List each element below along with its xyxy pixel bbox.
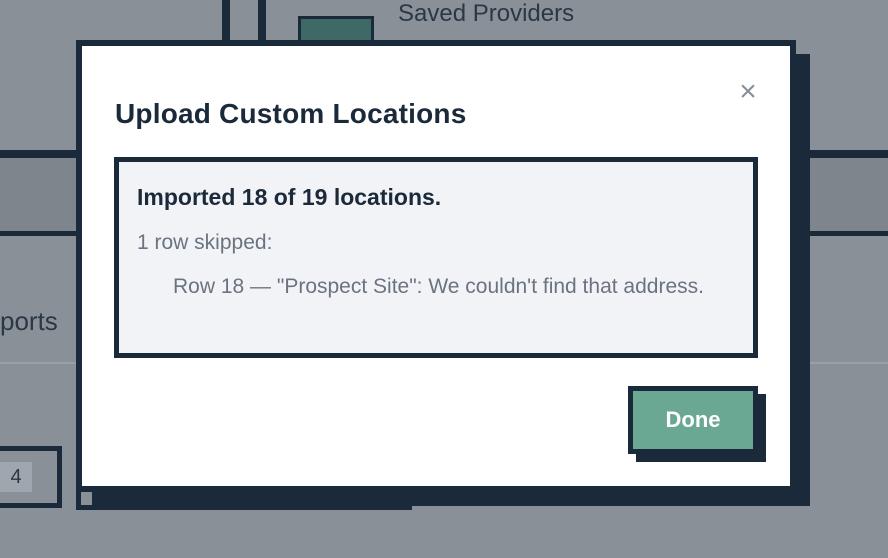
close-icon[interactable]: ×	[730, 74, 766, 110]
background-page-number: 4	[0, 462, 32, 492]
done-button[interactable]: Done	[628, 386, 758, 454]
upload-locations-modal: Upload Custom Locations × Imported 18 of…	[76, 40, 796, 492]
import-summary: Imported 18 of 19 locations.	[137, 184, 442, 210]
background-rail	[258, 0, 266, 44]
import-result-box: Imported 18 of 19 locations. 1 row skipp…	[114, 157, 758, 358]
background-header-text: Saved Providers	[398, 0, 575, 27]
skipped-label: 1 row skipped:	[137, 231, 273, 254]
background-section-text: ports	[0, 306, 58, 336]
skipped-row-item: Row 18 — "Prospect Site": We couldn't fi…	[173, 275, 704, 298]
modal-title: Upload Custom Locations	[115, 98, 467, 129]
background-rail	[222, 0, 230, 44]
